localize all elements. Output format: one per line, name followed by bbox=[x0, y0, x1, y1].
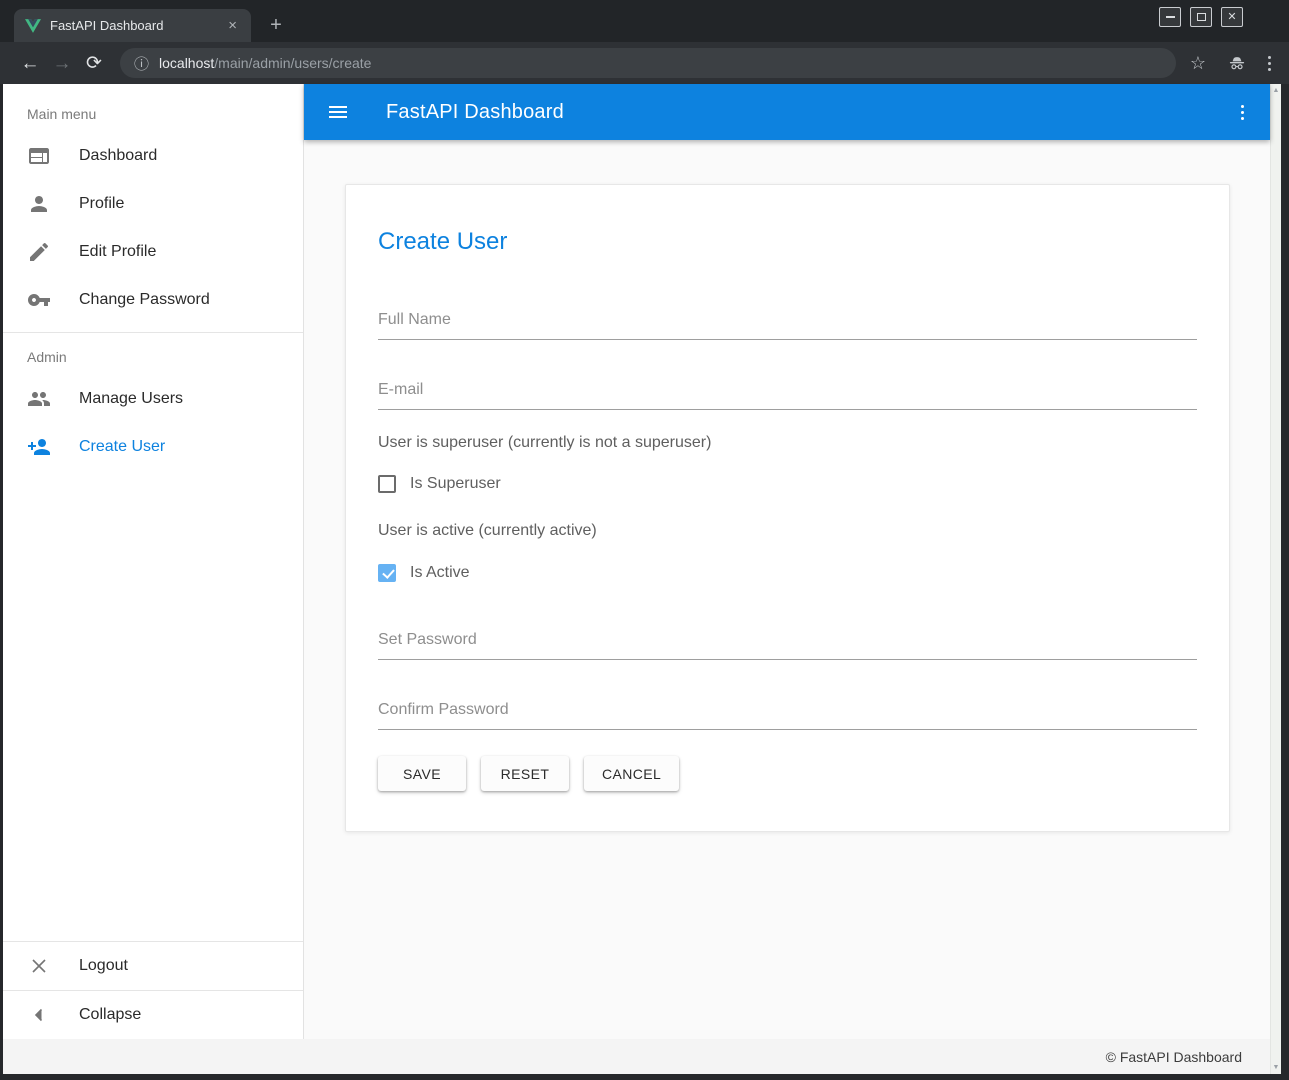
sidebar-item-logout[interactable]: Logout bbox=[3, 942, 303, 990]
checkbox-unchecked-icon[interactable] bbox=[378, 475, 396, 493]
checkbox-checked-icon[interactable] bbox=[378, 564, 396, 582]
tab-close-icon[interactable]: × bbox=[224, 16, 241, 35]
browser-menu-icon[interactable] bbox=[1268, 56, 1271, 71]
sidebar-item-label: Manage Users bbox=[79, 390, 183, 408]
card-title: Create User bbox=[378, 227, 1197, 257]
pencil-icon bbox=[27, 240, 51, 264]
sidebar-item-manage-users[interactable]: Manage Users bbox=[3, 375, 303, 423]
bookmark-star-icon[interactable]: ☆ bbox=[1190, 54, 1206, 72]
person-icon bbox=[27, 192, 51, 216]
sidebar-item-dashboard[interactable]: Dashboard bbox=[3, 132, 303, 180]
superuser-hint: User is superuser (currently is not a su… bbox=[378, 433, 1197, 453]
vue-favicon-icon bbox=[25, 19, 41, 33]
footer-copyright: © FastAPI Dashboard bbox=[1106, 1049, 1242, 1065]
back-icon[interactable]: ← bbox=[14, 54, 46, 73]
full-name-field-wrap bbox=[378, 311, 1197, 340]
form-buttons: SAVE RESET CANCEL bbox=[378, 756, 1197, 791]
address-bar[interactable]: ⓘ localhost/main/admin/users/create bbox=[120, 48, 1176, 78]
scroll-down-icon[interactable]: ▼ bbox=[1273, 1064, 1280, 1071]
sidebar-item-label: Edit Profile bbox=[79, 243, 156, 261]
browser-tab[interactable]: FastAPI Dashboard × bbox=[14, 9, 251, 42]
reset-button[interactable]: RESET bbox=[481, 756, 569, 791]
is-active-checkbox[interactable]: Is Active bbox=[378, 564, 1197, 582]
set-password-input[interactable] bbox=[378, 631, 1197, 659]
email-input[interactable] bbox=[378, 381, 1197, 409]
people-icon bbox=[27, 387, 51, 411]
reload-icon[interactable]: ⟳ bbox=[78, 54, 110, 73]
window-controls: ✕ bbox=[1159, 7, 1243, 27]
sidebar-item-label: Collapse bbox=[79, 1006, 141, 1024]
sidebar-item-create-user[interactable]: Create User bbox=[3, 423, 303, 471]
sidebar-item-label: Logout bbox=[79, 957, 128, 975]
sidebar-item-label: Dashboard bbox=[79, 147, 157, 165]
window-maximize-button[interactable] bbox=[1190, 7, 1212, 27]
sidebar-section-admin: Admin bbox=[3, 333, 303, 375]
incognito-icon bbox=[1226, 53, 1248, 73]
person-add-icon bbox=[27, 435, 51, 459]
sidebar: Main menu Dashboard Profile Edit Profile… bbox=[3, 84, 304, 1039]
url-host: localhost bbox=[159, 55, 214, 71]
active-hint: User is active (currently active) bbox=[378, 521, 1197, 541]
create-user-card: Create User User is superuser (currently… bbox=[345, 184, 1230, 832]
tab-title: FastAPI Dashboard bbox=[50, 18, 224, 33]
sidebar-section-main-menu: Main menu bbox=[3, 84, 303, 132]
is-superuser-checkbox[interactable]: Is Superuser bbox=[378, 475, 1197, 493]
hamburger-menu-icon[interactable] bbox=[329, 103, 353, 121]
sidebar-item-edit-profile[interactable]: Edit Profile bbox=[3, 228, 303, 276]
cancel-button[interactable]: CANCEL bbox=[584, 756, 679, 791]
scroll-up-icon[interactable]: ▲ bbox=[1273, 87, 1280, 94]
browser-chrome: FastAPI Dashboard × + ✕ ← → ⟳ ⓘ localhos… bbox=[0, 0, 1289, 84]
url-path: /main/admin/users/create bbox=[214, 55, 371, 71]
page: Main menu Dashboard Profile Edit Profile… bbox=[3, 84, 1281, 1074]
chevron-left-icon bbox=[27, 1003, 51, 1027]
checkbox-label: Is Superuser bbox=[410, 475, 501, 493]
sidebar-item-collapse[interactable]: Collapse bbox=[3, 991, 303, 1039]
set-password-field-wrap bbox=[378, 631, 1197, 660]
full-name-input[interactable] bbox=[378, 311, 1197, 339]
sidebar-item-change-password[interactable]: Change Password bbox=[3, 276, 303, 324]
main-content: FastAPI Dashboard Create User User is su… bbox=[304, 84, 1270, 1039]
sidebar-item-profile[interactable]: Profile bbox=[3, 180, 303, 228]
checkbox-label: Is Active bbox=[410, 564, 470, 582]
save-button[interactable]: SAVE bbox=[378, 756, 466, 791]
sidebar-item-label: Create User bbox=[79, 438, 165, 456]
page-footer: © FastAPI Dashboard bbox=[3, 1039, 1270, 1074]
toolbar-right-icons: ☆ bbox=[1190, 53, 1277, 73]
sidebar-item-label: Change Password bbox=[79, 291, 210, 309]
new-tab-button[interactable]: + bbox=[262, 11, 290, 39]
content-area: Create User User is superuser (currently… bbox=[304, 140, 1270, 1039]
window-minimize-button[interactable] bbox=[1159, 7, 1181, 27]
site-info-icon[interactable]: ⓘ bbox=[134, 53, 149, 74]
sidebar-item-label: Profile bbox=[79, 195, 124, 213]
browser-toolbar: ← → ⟳ ⓘ localhost/main/admin/users/creat… bbox=[0, 42, 1289, 84]
app-title: FastAPI Dashboard bbox=[386, 101, 1241, 124]
tab-strip: FastAPI Dashboard × + ✕ bbox=[0, 0, 1289, 42]
confirm-password-field-wrap bbox=[378, 701, 1197, 730]
dashboard-icon bbox=[27, 144, 51, 168]
email-field-wrap bbox=[378, 381, 1197, 410]
close-x-icon bbox=[27, 954, 51, 978]
appbar-menu-icon[interactable] bbox=[1241, 105, 1244, 120]
page-scrollbar[interactable]: ▲ ▼ bbox=[1270, 84, 1281, 1074]
key-icon bbox=[27, 288, 51, 312]
forward-icon[interactable]: → bbox=[46, 54, 78, 73]
app-bar: FastAPI Dashboard bbox=[304, 84, 1270, 140]
confirm-password-input[interactable] bbox=[378, 701, 1197, 729]
window-close-button[interactable]: ✕ bbox=[1221, 7, 1243, 27]
